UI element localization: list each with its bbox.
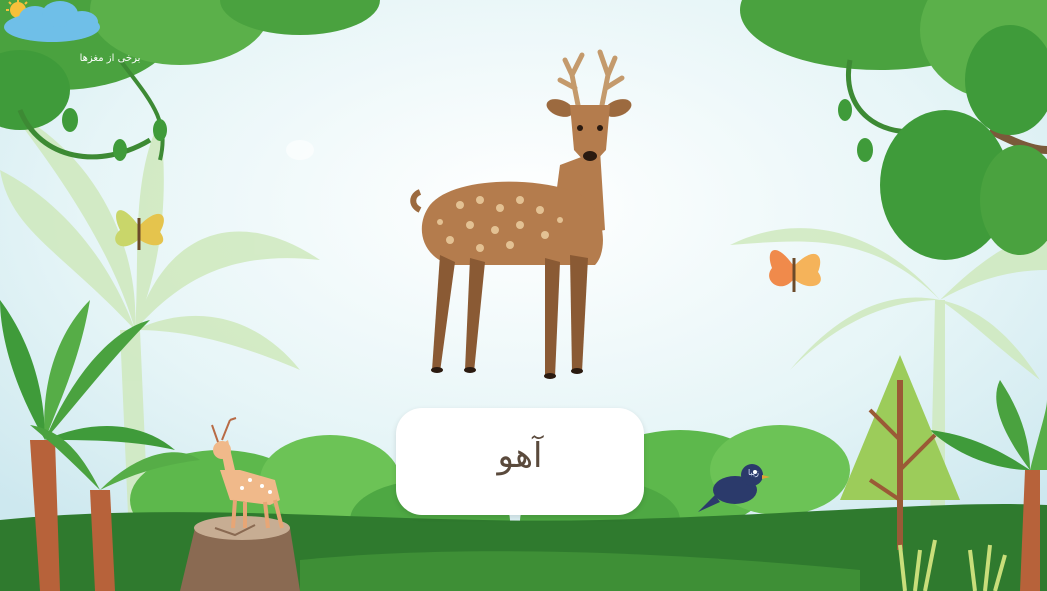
channel-logo xyxy=(4,0,100,42)
channel-logo-text: برخی از مغزها xyxy=(79,53,141,64)
word-card: آهو xyxy=(396,408,644,515)
bird-tag: زیبا xyxy=(748,468,759,477)
forest-scene: برخی از مغزها آهو زیبا xyxy=(0,0,1047,591)
word-label: آهو xyxy=(497,436,543,476)
